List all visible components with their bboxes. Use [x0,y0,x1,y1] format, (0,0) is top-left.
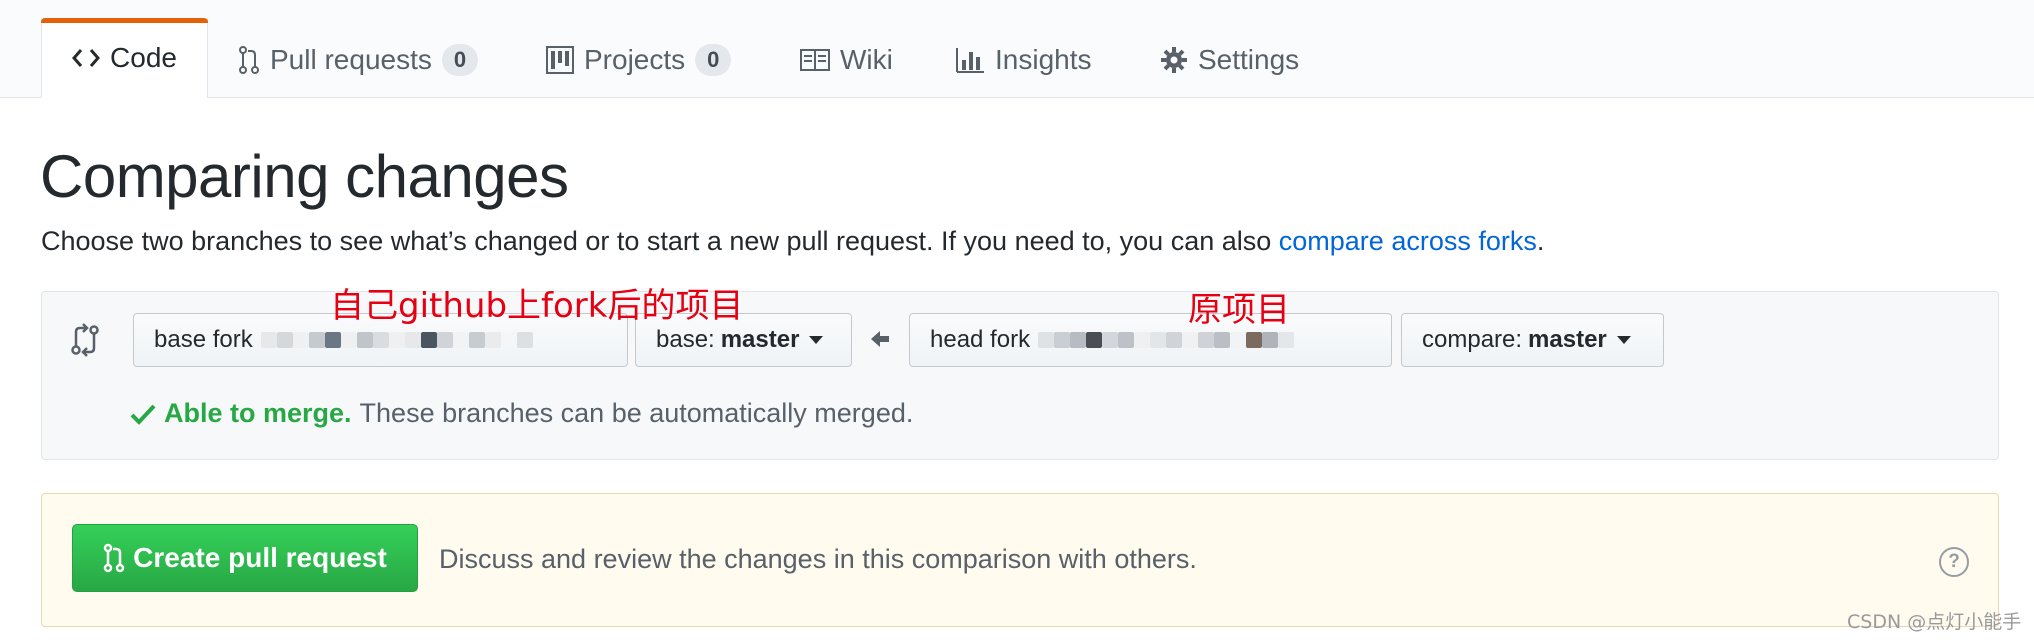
graph-icon [955,46,985,74]
subtitle-text: Choose two branches to see what’s change… [41,226,1279,256]
chevron-down-icon [809,336,824,344]
head-fork-label: head fork [930,326,1031,353]
compare-arrows-icon [70,322,100,363]
tab-code-label: Code [110,42,177,73]
compare-branch-value: master [1528,326,1607,353]
base-fork-annotation: 自己github上fork后的项目 [330,286,744,326]
tab-wiki[interactable]: Wiki [800,38,893,82]
code-icon [72,47,101,69]
help-icon[interactable]: ? [1939,547,1969,577]
tab-pull-requests[interactable]: Pull requests 0 [238,38,479,82]
tab-settings[interactable]: Settings [1160,38,1299,82]
tab-pull-requests-label: Pull requests [270,44,432,75]
head-fork-annotation: 原项目 [1188,290,1290,330]
base-fork-label: base fork [154,326,253,353]
pull-request-icon [238,45,260,75]
tab-settings-label: Settings [1198,44,1300,75]
base-branch-value: master [720,326,800,353]
page-title: Comparing changes [40,143,569,210]
compare-branch-label: compare: [1422,326,1523,353]
page-subtitle: Choose two branches to see what’s change… [41,226,1544,257]
tab-projects-label: Projects [584,44,686,75]
compare-across-forks-link[interactable]: compare across forks [1279,226,1537,256]
base-fork-redacted [260,332,533,348]
merge-status-label: Able to merge. [164,398,352,428]
tab-code[interactable]: Code [41,18,208,98]
create-pull-request-label: Create pull request [133,542,387,573]
projects-count: 0 [695,44,732,76]
tab-projects[interactable]: Projects 0 [546,38,732,82]
project-icon [546,46,574,74]
tab-insights-label: Insights [995,44,1092,75]
base-branch-label: base: [656,326,715,353]
compare-branch-select[interactable]: compare: master [1401,313,1664,367]
arrow-left-icon [869,328,891,355]
check-icon [130,403,156,425]
create-pr-description: Discuss and review the changes in this c… [439,544,1197,574]
subtitle-end: . [1536,226,1545,256]
pull-request-icon [103,543,133,573]
watermark: CSDN @点灯小能手 [1847,611,2022,633]
tab-wiki-label: Wiki [840,44,893,75]
gear-icon [1160,46,1188,74]
create-pull-request-button[interactable]: Create pull request [72,524,418,592]
chevron-down-icon [1616,336,1631,344]
merge-status: Able to merge. These branches can be aut… [130,398,913,429]
book-icon [800,48,830,72]
tab-insights[interactable]: Insights [955,38,1092,82]
head-fork-select[interactable]: head fork [909,313,1392,367]
head-fork-redacted [1038,332,1295,348]
merge-status-detail: These branches can be automatically merg… [359,398,914,428]
pull-requests-count: 0 [441,44,479,76]
